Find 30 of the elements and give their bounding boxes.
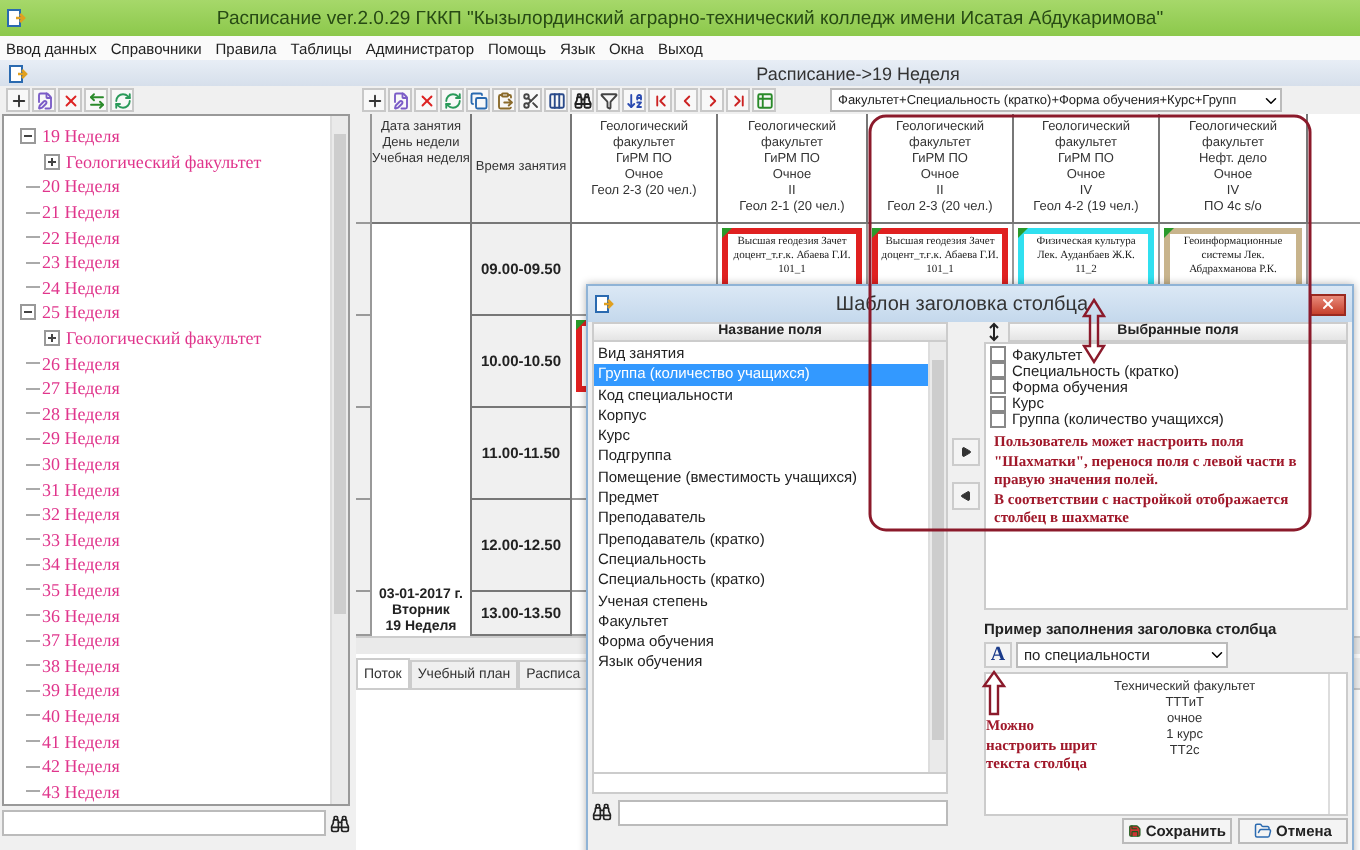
schedule-title: Расписание->19 Неделя bbox=[754, 63, 962, 83]
tree-item[interactable]: 31 Неделя bbox=[42, 479, 120, 500]
tree-item[interactable]: 41 Неделя bbox=[42, 731, 120, 752]
tree-item[interactable]: 33 Неделя bbox=[42, 529, 120, 550]
tree-item[interactable]: Геологический факультет bbox=[66, 151, 262, 172]
tree-item[interactable]: 23 Неделя bbox=[42, 252, 120, 273]
tree-item[interactable]: 27 Неделя bbox=[42, 378, 120, 399]
tree-item[interactable]: 20 Неделя bbox=[42, 176, 120, 197]
font-button[interactable]: A bbox=[984, 641, 1012, 667]
tree-item[interactable]: 30 Неделя bbox=[42, 454, 120, 475]
tree-item[interactable]: 43 Неделя bbox=[42, 781, 120, 802]
tree-item[interactable]: 37 Неделя bbox=[42, 630, 120, 651]
tree-item[interactable]: 22 Неделя bbox=[42, 227, 120, 248]
tree-item[interactable]: 40 Неделя bbox=[42, 705, 120, 726]
tree-item[interactable]: Геологический факультет bbox=[66, 328, 262, 349]
tree-item[interactable]: 19 Неделя bbox=[42, 126, 120, 147]
tree-item[interactable]: 32 Неделя bbox=[42, 504, 120, 525]
tree-item[interactable]: 42 Неделя bbox=[42, 756, 120, 777]
tree-item[interactable]: 28 Неделя bbox=[42, 403, 120, 424]
tree-item[interactable]: 34 Неделя bbox=[42, 554, 120, 575]
tree-item[interactable]: 38 Неделя bbox=[42, 655, 120, 676]
tree-item[interactable]: 39 Неделя bbox=[42, 680, 120, 701]
tree-item[interactable]: 24 Неделя bbox=[42, 277, 120, 298]
tree-item[interactable]: 26 Неделя bbox=[42, 353, 120, 374]
tree-item[interactable]: 36 Неделя bbox=[42, 605, 120, 626]
tree-item[interactable]: 21 Неделя bbox=[42, 202, 120, 223]
tree-item[interactable]: 29 Неделя bbox=[42, 428, 120, 449]
tree-item[interactable]: 25 Неделя bbox=[42, 302, 120, 323]
window-title: Расписание ver.2.0.29 ГККП "Кызылординский аграрно-технический колледж имени Исатая Абдукаримова" bbox=[214, 7, 1166, 29]
tree-item[interactable]: 35 Неделя bbox=[42, 579, 120, 600]
